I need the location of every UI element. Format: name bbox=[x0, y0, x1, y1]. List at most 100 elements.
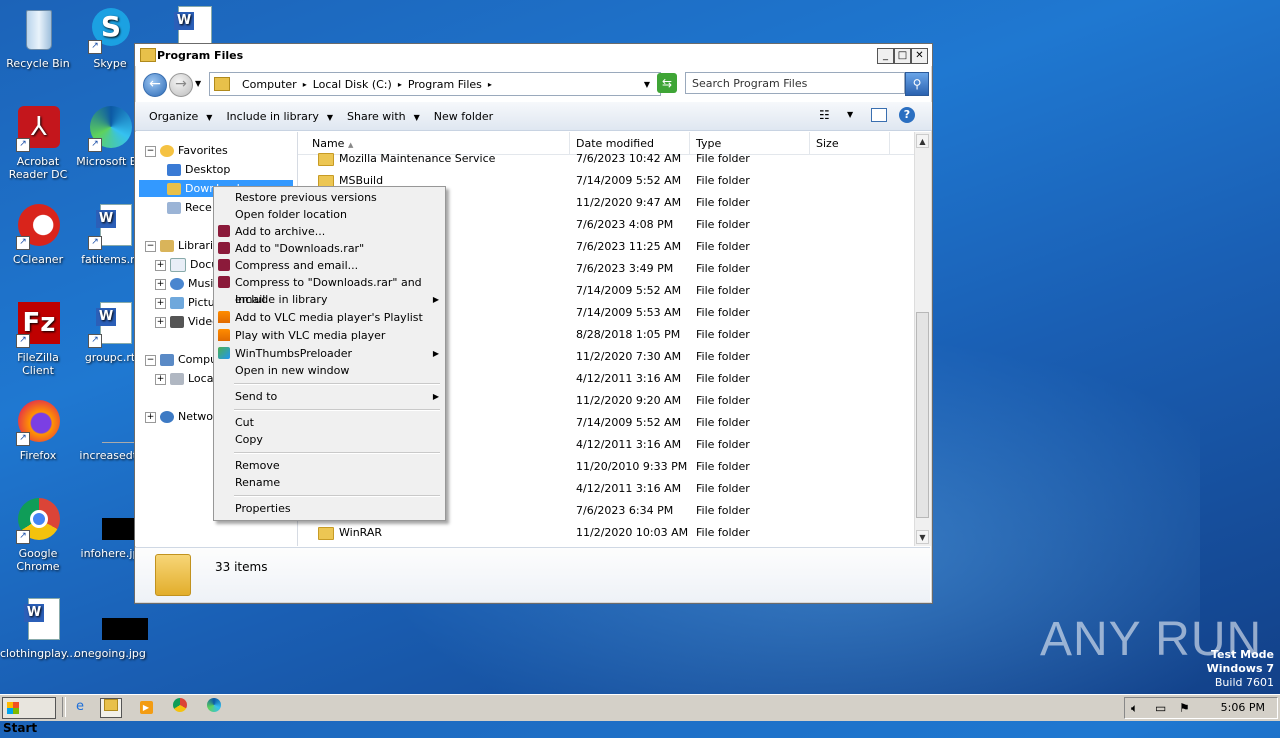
internet-explorer-icon[interactable]: e bbox=[70, 698, 90, 716]
menu-item-copy[interactable]: Copy bbox=[214, 431, 445, 448]
desktop-icon-ccleaner[interactable]: ↗ CCleaner bbox=[0, 202, 76, 266]
address-dropdown-icon[interactable]: ▼ bbox=[644, 80, 650, 89]
search-input[interactable]: Search Program Files bbox=[685, 72, 905, 94]
desktop-icon-firefox[interactable]: ↗ Firefox bbox=[0, 398, 76, 462]
table-row[interactable]: WinRAR 11/2/2020 10:03 AM File folder bbox=[298, 522, 914, 544]
preview-pane-icon[interactable] bbox=[871, 108, 887, 122]
computer-icon bbox=[160, 354, 174, 366]
title-bar[interactable]: Program Files _ □ ✕ bbox=[135, 44, 932, 66]
nav-music[interactable]: + Music bbox=[155, 275, 219, 292]
organize-button[interactable]: Organize ▼ bbox=[149, 110, 212, 123]
menu-item-winthumbspreloader[interactable]: WinThumbsPreloader ▶ bbox=[214, 345, 445, 362]
clock[interactable]: 5:06 PM bbox=[1221, 701, 1265, 714]
row-date: 7/6/2023 11:25 AM bbox=[576, 240, 682, 253]
nav-pictures[interactable]: + Pictur bbox=[155, 294, 219, 311]
winthumbspreloader-icon bbox=[218, 347, 230, 359]
menu-item-include-in-library[interactable]: Include in library ▶ bbox=[214, 291, 445, 308]
desktop-icon-clothingplay[interactable]: W clothingplay... bbox=[0, 596, 76, 660]
breadcrumb-computer[interactable]: Computer bbox=[242, 78, 297, 91]
desktop-icon-recycle-bin[interactable]: Recycle Bin bbox=[0, 6, 76, 70]
nav-libraries[interactable]: − Librarie bbox=[145, 237, 220, 254]
menu-item-open-folder-location[interactable]: Open folder location bbox=[214, 206, 445, 223]
nav-recent-places[interactable]: Rece bbox=[167, 199, 212, 216]
media-player-icon[interactable]: ▶ bbox=[136, 698, 156, 716]
breadcrumb-program-files[interactable]: Program Files bbox=[408, 78, 482, 91]
windows-explorer-icon[interactable] bbox=[100, 698, 122, 718]
address-box[interactable]: Computer ▸ Local Disk (C:) ▸ Program Files… bbox=[209, 72, 661, 96]
refresh-icon[interactable]: ⇆ bbox=[657, 73, 677, 93]
shortcut-arrow-icon: ↗ bbox=[88, 334, 102, 348]
search-icon[interactable]: ⚲ bbox=[905, 72, 929, 96]
desktop-icon-filezilla[interactable]: Fz ↗ FileZilla Client bbox=[0, 300, 76, 377]
row-type: File folder bbox=[696, 416, 750, 429]
menu-item-add-to-downloads-rar[interactable]: Add to "Downloads.rar" bbox=[214, 240, 445, 257]
close-button[interactable]: ✕ bbox=[911, 48, 928, 64]
chevron-right-icon[interactable]: ▸ bbox=[398, 80, 402, 89]
windows-logo-icon bbox=[7, 702, 19, 714]
help-icon[interactable]: ? bbox=[899, 107, 915, 123]
volume-icon[interactable]: 🔈︎ bbox=[1131, 701, 1138, 716]
action-center-flag-icon[interactable]: ⚑ bbox=[1179, 701, 1190, 715]
back-button[interactable]: ← bbox=[143, 73, 167, 97]
network-status-icon[interactable]: ▭ bbox=[1155, 701, 1166, 715]
nav-desktop[interactable]: Desktop bbox=[167, 161, 230, 178]
row-date: 7/14/2009 5:52 AM bbox=[576, 284, 682, 297]
folder-icon bbox=[318, 526, 334, 540]
filezilla-icon: Fz ↗ bbox=[14, 300, 62, 348]
music-icon bbox=[170, 278, 184, 290]
nav-favorites[interactable]: − Favorites bbox=[145, 142, 228, 159]
nav-computer[interactable]: − Compu bbox=[145, 351, 217, 368]
minimize-button[interactable]: _ bbox=[877, 48, 894, 64]
menu-item-play-with-vlc[interactable]: Play with VLC media player bbox=[214, 327, 445, 344]
menu-item-compress-and-email[interactable]: Compress and email... bbox=[214, 257, 445, 274]
menu-item-add-to-vlc-playlist[interactable]: Add to VLC media player's Playlist bbox=[214, 309, 445, 326]
chevron-right-icon[interactable]: ▸ bbox=[303, 80, 307, 89]
nav-documents[interactable]: + Docu bbox=[155, 256, 218, 273]
share-with-button[interactable]: Share with ▼ bbox=[347, 110, 420, 123]
menu-item-properties[interactable]: Properties bbox=[214, 500, 445, 517]
table-row[interactable]: Mozilla Maintenance Service 7/6/2023 10:4… bbox=[298, 148, 914, 170]
edge-icon[interactable] bbox=[204, 698, 224, 716]
breadcrumb-local-disk[interactable]: Local Disk (C:) bbox=[313, 78, 392, 91]
recent-places-icon bbox=[167, 202, 181, 214]
chevron-right-icon[interactable]: ▸ bbox=[488, 80, 492, 89]
menu-item-send-to[interactable]: Send to ▶ bbox=[214, 388, 445, 405]
scroll-up-icon[interactable]: ▲ bbox=[916, 134, 929, 148]
menu-item-compress-to-rar-and-email[interactable]: Compress to "Downloads.rar" and email bbox=[214, 274, 445, 306]
item-count: 33 items bbox=[215, 560, 268, 574]
start-button[interactable]: Start bbox=[2, 697, 56, 735]
nav-videos[interactable]: + Video bbox=[155, 313, 219, 330]
view-options-icon[interactable]: ☷ bbox=[819, 108, 830, 122]
row-type: File folder bbox=[696, 438, 750, 451]
forward-button[interactable]: → bbox=[169, 73, 193, 97]
menu-item-cut[interactable]: Cut bbox=[214, 414, 445, 431]
shortcut-arrow-icon: ↗ bbox=[16, 530, 30, 544]
vertical-scrollbar[interactable]: ▲ ▼ bbox=[914, 132, 931, 546]
scroll-thumb[interactable] bbox=[916, 312, 929, 518]
menu-item-restore-previous-versions[interactable]: Restore previous versions bbox=[214, 189, 445, 206]
shortcut-arrow-icon: ↗ bbox=[16, 138, 30, 152]
menu-item-add-to-archive[interactable]: Add to archive... bbox=[214, 223, 445, 240]
row-type: File folder bbox=[696, 526, 750, 539]
scroll-down-icon[interactable]: ▼ bbox=[916, 530, 929, 544]
menu-item-open-in-new-window[interactable]: Open in new window bbox=[214, 362, 445, 379]
desktop-icon-acrobat[interactable]: ⅄ ↗ Acrobat Reader DC bbox=[0, 104, 76, 181]
row-date: 4/12/2011 3:16 AM bbox=[576, 482, 682, 495]
desktop-icon-onegoing[interactable]: onegoing.jpg bbox=[72, 596, 148, 660]
menu-item-rename[interactable]: Rename bbox=[214, 474, 445, 491]
chrome-icon[interactable] bbox=[170, 698, 190, 716]
nav-local-disk[interactable]: + Local bbox=[155, 370, 217, 387]
menu-item-remove[interactable]: Remove bbox=[214, 457, 445, 474]
row-type: File folder bbox=[696, 328, 750, 341]
ccleaner-icon: ↗ bbox=[14, 202, 62, 250]
row-date: 7/14/2009 5:52 AM bbox=[576, 416, 682, 429]
desktop-icon-chrome[interactable]: ↗ Google Chrome bbox=[0, 496, 76, 573]
include-in-library-button[interactable]: Include in library ▼ bbox=[226, 110, 333, 123]
nav-network[interactable]: + Netwo bbox=[145, 408, 213, 425]
recent-pages-chevron-icon[interactable]: ▼ bbox=[195, 79, 201, 88]
new-folder-button[interactable]: New folder bbox=[434, 110, 493, 123]
winrar-icon bbox=[218, 276, 230, 288]
row-type: File folder bbox=[696, 306, 750, 319]
view-dropdown-icon[interactable]: ▼ bbox=[847, 110, 853, 119]
maximize-button[interactable]: □ bbox=[894, 48, 911, 64]
